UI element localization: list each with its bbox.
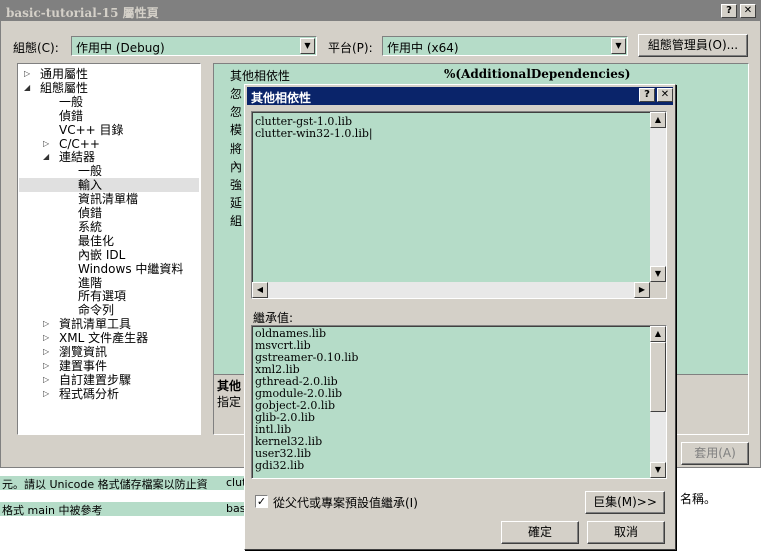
scroll-down-icon[interactable]: ▼ — [650, 462, 666, 478]
expand-icon[interactable]: ▷ — [43, 317, 49, 331]
scroll-corner — [650, 282, 666, 298]
property-name: 其他相依性 — [230, 69, 291, 83]
property-row-label[interactable]: 模 — [230, 121, 242, 138]
tree-item[interactable]: 偵錯 — [59, 109, 83, 123]
chevron-down-icon[interactable]: ▼ — [611, 38, 626, 54]
dependencies-edit-box[interactable]: clutter-gst-1.0.lib clutter-win32-1.0.lib… — [251, 111, 667, 299]
tree-item[interactable]: 一般 — [78, 164, 102, 178]
tree-item[interactable]: Windows 中繼資料 — [78, 262, 183, 276]
platform-label: 平台(P): — [328, 41, 373, 55]
output-line: 元。請以 Unicode 格式儲存檔案以防止資 — [2, 478, 208, 491]
vertical-scrollbar[interactable]: ▲ ▼ — [650, 112, 666, 282]
horizontal-scrollbar[interactable]: ◀ ▶ — [252, 282, 650, 298]
inherited-value: gdi32.lib — [255, 459, 305, 472]
edit-line: clutter-win32-1.0.lib| — [255, 127, 373, 140]
window-title: basic-tutorial-15 屬性頁 — [6, 6, 159, 20]
tree-item[interactable]: XML 文件產生器 — [59, 331, 148, 345]
property-row-label[interactable]: 忽 — [230, 103, 242, 120]
platform-combo-value: 作用中 (x64) — [387, 41, 459, 55]
scroll-up-icon[interactable]: ▲ — [650, 112, 666, 128]
expand-icon[interactable]: ▷ — [43, 373, 49, 387]
property-row-label[interactable]: 內 — [230, 158, 242, 175]
property-value[interactable]: %(AdditionalDependencies) — [444, 67, 630, 81]
apply-button[interactable]: 套用(A) — [681, 442, 749, 465]
dialog-titlebar[interactable]: 其他相依性 — [247, 87, 673, 105]
tree-item[interactable]: 所有選項 — [78, 289, 126, 303]
ok-button[interactable]: 確定 — [501, 521, 579, 544]
additional-dependencies-dialog: 其他相依性 ? ✕ clutter-gst-1.0.lib clutter-win… — [244, 84, 676, 550]
tree-item[interactable]: 偵錯 — [78, 206, 102, 220]
tree-item[interactable]: 瀏覽資訊 — [59, 345, 107, 359]
scroll-down-icon[interactable]: ▼ — [650, 266, 666, 282]
chevron-down-icon[interactable]: ▼ — [300, 38, 315, 54]
inherited-values-list[interactable]: oldnames.lib msvcrt.lib gstreamer-0.10.lib… — [251, 325, 667, 479]
output-line: 格式 main 中被參考 — [2, 504, 103, 517]
config-label: 組態(C): — [13, 41, 59, 55]
description-text: 指定 — [217, 395, 242, 409]
tree-item[interactable]: 建置事件 — [59, 359, 107, 373]
settings-tree[interactable]: ▷ 通用屬性 ◢ 組態屬性 一般 偵錯 VC++ 目錄 ▷ C/C++ ◢ 連結器 一般 輸入 資訊清單檔… — [17, 63, 201, 435]
property-row-label[interactable]: 強 — [230, 176, 242, 193]
tree-item[interactable]: 進階 — [78, 276, 102, 290]
close-button[interactable]: ✕ — [740, 4, 756, 18]
tree-item[interactable]: 資訊清單檔 — [78, 192, 138, 206]
expand-icon[interactable]: ▷ — [43, 345, 49, 359]
scroll-up-icon[interactable]: ▲ — [650, 326, 666, 342]
config-manager-button[interactable]: 組態管理員(O)... — [638, 34, 748, 57]
tree-item[interactable]: 連結器 — [59, 150, 95, 164]
expand-icon[interactable]: ▷ — [24, 67, 30, 81]
expand-icon[interactable]: ▷ — [43, 137, 49, 151]
config-combo[interactable]: 作用中 (Debug) ▼ — [71, 36, 317, 56]
property-row-label[interactable]: 延 — [230, 194, 242, 211]
tree-item[interactable]: 輸入 — [19, 178, 199, 193]
tree-item[interactable]: 程式碼分析 — [59, 387, 119, 401]
window-titlebar[interactable]: basic-tutorial-15 屬性頁 — [1, 1, 760, 21]
tree-item[interactable]: 系統 — [78, 220, 102, 234]
inherited-label: 繼承值: — [253, 311, 294, 325]
output-line: 名稱。 — [680, 492, 717, 506]
tree-item[interactable]: C/C++ — [59, 137, 100, 151]
close-button[interactable]: ✕ — [657, 88, 673, 102]
inherit-checkbox-label[interactable]: 從父代或專案預設值繼承(I) — [273, 494, 418, 511]
expand-icon[interactable]: ▷ — [43, 359, 49, 373]
vertical-scrollbar[interactable]: ▲ ▼ — [650, 326, 666, 478]
platform-combo[interactable]: 作用中 (x64) ▼ — [382, 36, 628, 56]
tree-item[interactable]: 資訊清單工具 — [59, 317, 131, 331]
property-row-label[interactable]: 組 — [230, 212, 242, 229]
help-button[interactable]: ? — [639, 88, 655, 102]
expand-icon[interactable]: ▷ — [43, 387, 49, 401]
cancel-button[interactable]: 取消 — [587, 521, 665, 544]
property-row-label[interactable]: 將 — [230, 140, 242, 157]
collapse-icon[interactable]: ◢ — [24, 81, 30, 95]
tree-item[interactable]: VC++ 目錄 — [59, 123, 124, 137]
collapse-icon[interactable]: ◢ — [43, 150, 49, 164]
help-button[interactable]: ? — [721, 4, 737, 18]
expand-icon[interactable]: ▷ — [43, 331, 49, 345]
tree-item[interactable]: 自訂建置步驟 — [59, 373, 131, 387]
property-row-label[interactable]: 忽 — [230, 85, 242, 102]
scroll-right-icon[interactable]: ▶ — [634, 282, 650, 298]
scroll-left-icon[interactable]: ◀ — [252, 282, 268, 298]
tree-item[interactable]: 最佳化 — [78, 234, 114, 248]
tree-item[interactable]: 命令列 — [78, 303, 114, 317]
tree-item[interactable]: 內嵌 IDL — [78, 248, 125, 262]
description-title: 其他 — [217, 379, 242, 393]
macros-button[interactable]: 巨集(M)>> — [585, 491, 665, 514]
scrollbar-thumb[interactable] — [650, 342, 666, 412]
tree-item[interactable]: 通用屬性 — [40, 67, 88, 81]
config-combo-value: 作用中 (Debug) — [76, 41, 165, 55]
inherit-checkbox[interactable]: ✓ — [255, 495, 268, 508]
checkmark-icon: ✓ — [256, 495, 267, 508]
dialog-title: 其他相依性 — [251, 91, 312, 105]
tree-item[interactable]: 組態屬性 — [40, 81, 88, 95]
tree-item[interactable]: 一般 — [59, 95, 83, 109]
